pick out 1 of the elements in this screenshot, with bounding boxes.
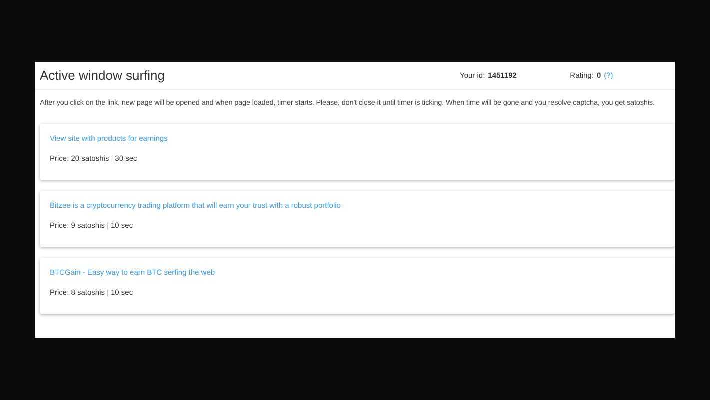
page-title: Active window surfing	[40, 66, 166, 85]
